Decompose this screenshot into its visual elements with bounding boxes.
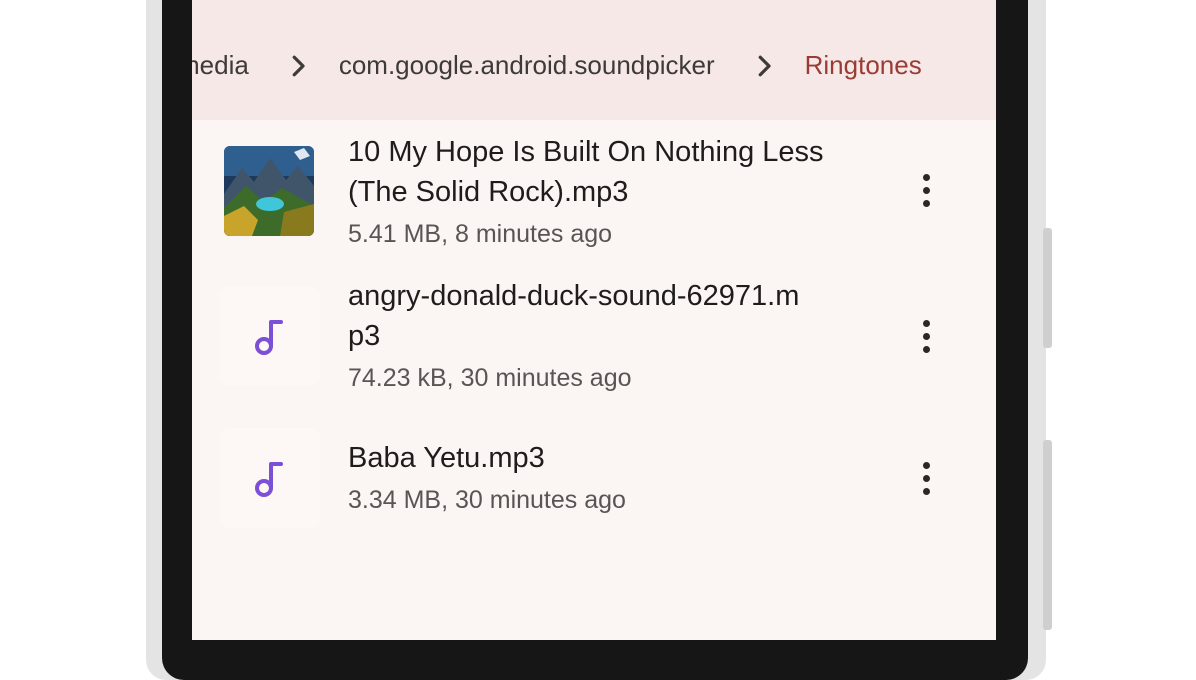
music-note-icon	[255, 320, 283, 355]
music-note-tile	[220, 286, 320, 386]
files-screen: media com.google.android.soundpicker Rin…	[192, 0, 996, 640]
breadcrumb: media com.google.android.soundpicker Rin…	[192, 50, 922, 81]
music-note-tile	[220, 428, 320, 528]
breadcrumb-item-media[interactable]: media	[192, 50, 249, 81]
file-name: Baba Yetu.mp3	[348, 442, 545, 474]
file-meta: 74.23 kB, 30 minutes ago	[348, 364, 632, 392]
list-item[interactable]: Baba Yetu.mp3 3.34 MB, 30 minutes ago	[192, 408, 996, 548]
list-item[interactable]: angry-donald-duck-sound-62971.m p3 74.23…	[192, 260, 996, 408]
file-meta: 3.34 MB, 30 minutes ago	[348, 486, 626, 514]
app-bar: media com.google.android.soundpicker Rin…	[192, 0, 996, 120]
breadcrumb-item-soundpicker[interactable]: com.google.android.soundpicker	[339, 50, 715, 81]
chevron-right-icon	[758, 55, 771, 76]
more-options-icon[interactable]	[906, 316, 946, 356]
file-meta: 5.41 MB, 8 minutes ago	[348, 220, 613, 248]
file-name: 10 My Hope Is Built On Nothing Less (The…	[348, 136, 824, 208]
chevron-right-icon	[292, 55, 305, 76]
power-button	[1043, 440, 1052, 630]
list-item[interactable]: 10 My Hope Is Built On Nothing Less (The…	[192, 120, 996, 260]
file-name: angry-donald-duck-sound-62971.m p3	[348, 280, 800, 352]
more-options-icon[interactable]	[906, 458, 946, 498]
music-note-icon	[255, 462, 283, 497]
volume-button	[1043, 228, 1052, 348]
breadcrumb-item-ringtones[interactable]: Ringtones	[805, 50, 922, 81]
more-options-icon[interactable]	[906, 170, 946, 210]
album-art-thumbnail	[224, 146, 314, 236]
